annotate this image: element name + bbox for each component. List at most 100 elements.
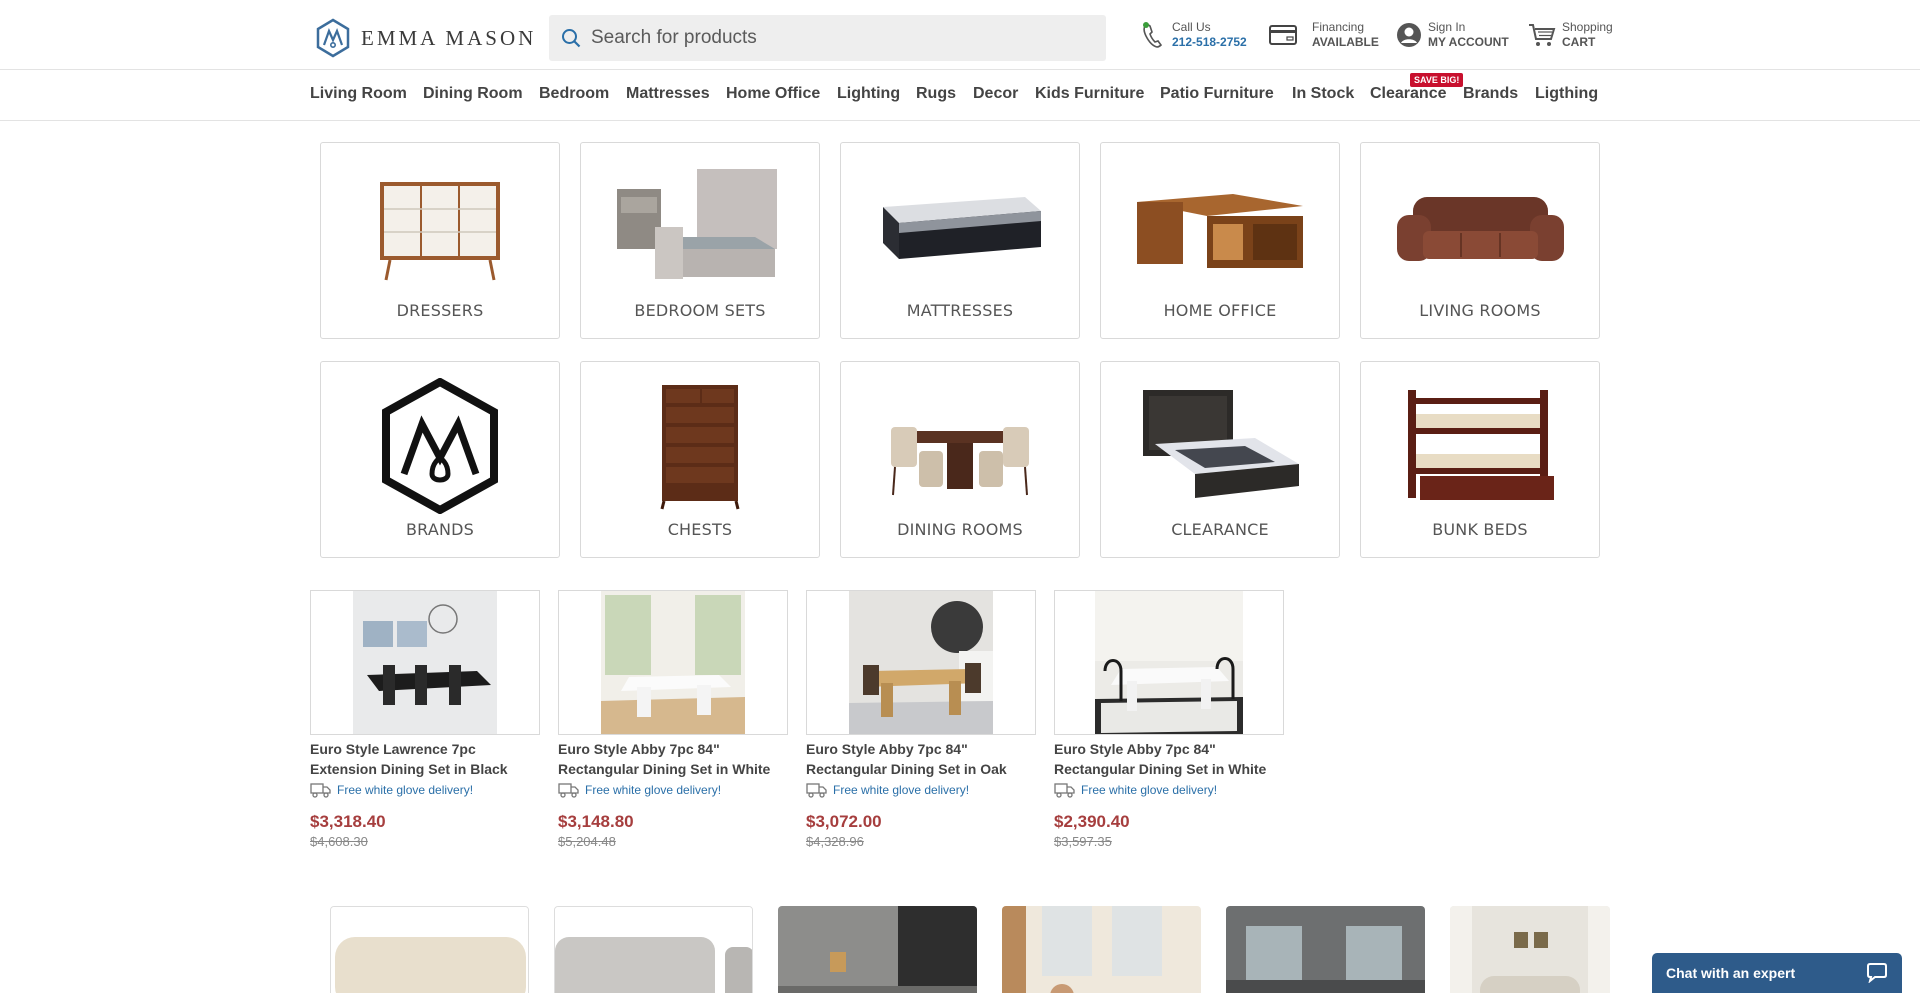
cart-link[interactable]: Shopping CART xyxy=(1528,20,1613,50)
delivery-truck-icon xyxy=(1054,783,1075,798)
desk-icon xyxy=(1136,194,1303,268)
search-icon[interactable] xyxy=(561,28,581,48)
site-logo[interactable]: EMMA MASON xyxy=(315,18,536,58)
shopping-cart-icon xyxy=(1529,24,1556,46)
delivery-truck-icon xyxy=(310,783,331,798)
category-tile-bunk-beds[interactable]: BUNK BEDS xyxy=(1360,361,1600,558)
call-us-label: Call Us xyxy=(1172,20,1211,34)
shipping-note: Free white glove delivery! xyxy=(806,782,1036,798)
nav-item-patio-furniture[interactable]: Patio Furniture xyxy=(1160,85,1274,103)
category-tile-bedroom-sets[interactable]: BEDROOM SETS xyxy=(580,142,820,339)
sofa-icon xyxy=(1396,197,1564,261)
nav-item-lighting[interactable]: Lighting xyxy=(837,85,900,103)
category-tile-home-office[interactable]: HOME OFFICE xyxy=(1100,142,1340,339)
product-title[interactable]: Euro Style Abby 7pc 84" Rectangular Dini… xyxy=(806,739,1036,779)
logo-text: EMMA MASON xyxy=(361,25,537,50)
account-link[interactable]: Sign In MY ACCOUNT xyxy=(1396,20,1509,50)
carousel-item[interactable] xyxy=(1450,906,1610,993)
brand-logo-icon xyxy=(382,378,498,514)
category-tile-brands[interactable]: BRANDS xyxy=(320,361,560,558)
bed-icon xyxy=(617,169,777,279)
main-nav: Living Room Dining Room Bedroom Mattress… xyxy=(0,70,1920,121)
carousel-item[interactable] xyxy=(554,906,753,993)
cart-label: Shopping xyxy=(1562,20,1613,34)
shipping-note: Free white glove delivery! xyxy=(310,782,540,798)
nav-item-home-office[interactable]: Home Office xyxy=(726,85,820,103)
category-label: BUNK BEDS xyxy=(1432,520,1528,539)
site-header: EMMA MASON Call Us 212-518-2752 Financin… xyxy=(0,0,1920,70)
delivery-truck-icon xyxy=(806,783,827,798)
category-label: CHESTS xyxy=(667,520,733,539)
carousel-item[interactable] xyxy=(1002,906,1201,993)
product-card[interactable]: Euro Style Lawrence 7pc Extension Dining… xyxy=(310,590,540,849)
carousel-item[interactable] xyxy=(1226,906,1425,993)
user-avatar-icon xyxy=(1397,23,1421,47)
category-label: BEDROOM SETS xyxy=(634,301,766,320)
category-tile-chests[interactable]: CHESTS xyxy=(580,361,820,558)
product-title[interactable]: Euro Style Lawrence 7pc Extension Dining… xyxy=(310,739,540,779)
original-price: $3,597.35 xyxy=(1054,834,1112,849)
shipping-note: Free white glove delivery! xyxy=(1054,782,1284,798)
carousel-item[interactable] xyxy=(778,906,977,993)
category-tile-clearance[interactable]: CLEARANCE xyxy=(1100,361,1340,558)
category-tile-mattresses[interactable]: MATTRESSES xyxy=(840,142,1080,339)
chat-with-expert-button[interactable]: Chat with an expert xyxy=(1652,953,1902,993)
cart-value: CART xyxy=(1562,35,1596,49)
product-image[interactable] xyxy=(806,590,1036,735)
shipping-note: Free white glove delivery! xyxy=(558,782,788,798)
product-image[interactable] xyxy=(558,590,788,735)
nav-item-kids-furniture[interactable]: Kids Furniture xyxy=(1035,85,1144,103)
dining-set-icon xyxy=(891,427,1029,496)
category-tile-living-rooms[interactable]: LIVING ROOMS xyxy=(1360,142,1600,339)
bed-dark-icon xyxy=(1143,390,1299,498)
call-us-link[interactable]: Call Us 212-518-2752 xyxy=(1140,20,1247,50)
product-card[interactable]: Euro Style Abby 7pc 84" Rectangular Dini… xyxy=(1054,590,1284,849)
nav-item-mattresses[interactable]: Mattresses xyxy=(626,85,710,103)
phone-icon xyxy=(1143,22,1163,48)
sale-price: $3,318.40 xyxy=(310,812,386,831)
product-title[interactable]: Euro Style Abby 7pc 84" Rectangular Dini… xyxy=(558,739,788,779)
nav-item-in-stock[interactable]: In Stock xyxy=(1292,85,1354,103)
nav-item-living-room[interactable]: Living Room xyxy=(310,85,407,103)
nav-item-rugs[interactable]: Rugs xyxy=(916,85,956,103)
product-card[interactable]: Euro Style Abby 7pc 84" Rectangular Dini… xyxy=(806,590,1036,849)
original-price: $5,204.48 xyxy=(558,834,616,849)
product-title[interactable]: Euro Style Abby 7pc 84" Rectangular Dini… xyxy=(1054,739,1284,779)
shipping-text: Free white glove delivery! xyxy=(1081,783,1218,797)
phone-number[interactable]: 212-518-2752 xyxy=(1172,35,1247,50)
product-card[interactable]: Euro Style Abby 7pc 84" Rectangular Dini… xyxy=(558,590,788,849)
chest-icon xyxy=(660,385,740,510)
product-image[interactable] xyxy=(310,590,540,735)
search-bar xyxy=(549,15,1106,61)
shipping-text: Free white glove delivery! xyxy=(833,783,970,797)
category-label: MATTRESSES xyxy=(906,301,1014,320)
sale-price: $3,148.80 xyxy=(558,812,634,831)
product-image[interactable] xyxy=(1054,590,1284,735)
category-label: CLEARANCE xyxy=(1171,520,1269,539)
category-label: DRESSERS xyxy=(396,301,484,320)
mattress-icon xyxy=(883,197,1041,259)
nav-item-clearance[interactable]: Clearance xyxy=(1370,85,1447,103)
financing-label: Financing xyxy=(1312,20,1365,34)
chat-bubble-icon xyxy=(1867,963,1887,983)
nav-item-bedroom[interactable]: Bedroom xyxy=(539,85,609,103)
category-tile-dressers[interactable]: DRESSERS xyxy=(320,142,560,339)
nav-item-ligthing[interactable]: Ligthing xyxy=(1535,85,1598,103)
delivery-truck-icon xyxy=(558,783,579,798)
nav-item-decor[interactable]: Decor xyxy=(973,85,1018,103)
category-tile-dining-rooms[interactable]: DINING ROOMS xyxy=(840,361,1080,558)
nav-item-brands[interactable]: Brands xyxy=(1463,85,1518,103)
financing-link[interactable]: Financing AVAILABLE xyxy=(1268,20,1379,50)
search-input[interactable] xyxy=(591,27,1071,49)
nav-item-dining-room[interactable]: Dining Room xyxy=(423,85,523,103)
sign-in-label: Sign In xyxy=(1428,20,1466,34)
carousel-item[interactable] xyxy=(330,906,529,993)
save-big-badge: SAVE BIG! xyxy=(1410,73,1464,87)
chat-label: Chat with an expert xyxy=(1666,965,1796,981)
my-account-label: MY ACCOUNT xyxy=(1428,35,1509,49)
sale-price: $2,390.40 xyxy=(1054,812,1130,831)
shipping-text: Free white glove delivery! xyxy=(337,783,474,797)
category-label: DINING ROOMS xyxy=(897,520,1023,539)
credit-card-icon xyxy=(1269,25,1297,45)
shipping-text: Free white glove delivery! xyxy=(585,783,722,797)
